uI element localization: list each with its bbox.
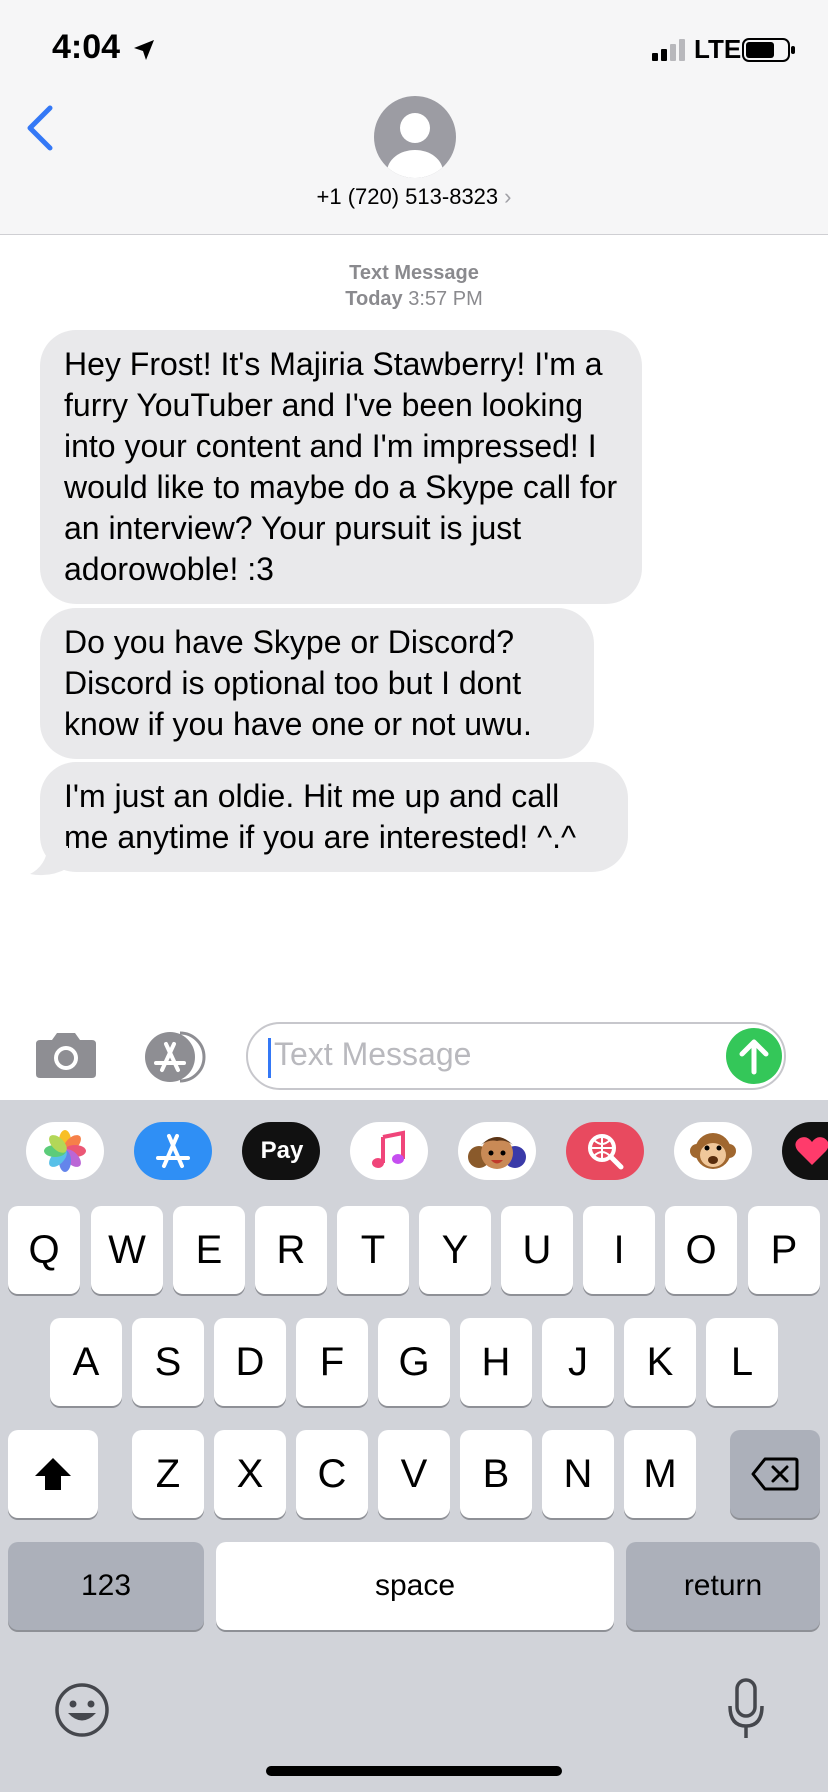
key-s[interactable]: S	[132, 1318, 204, 1406]
apple-pay-label: Pay	[260, 1137, 304, 1164]
bubble-tail	[30, 846, 68, 876]
shift-arrow-icon	[35, 1458, 71, 1490]
key-o[interactable]: O	[665, 1206, 737, 1294]
monkey-face-icon	[690, 1133, 736, 1169]
key-j[interactable]: J	[542, 1318, 614, 1406]
message-timestamp: Today 3:57 PM	[0, 288, 828, 311]
camera-icon[interactable]	[34, 1030, 98, 1080]
key-h[interactable]: H	[460, 1318, 532, 1406]
return-key[interactable]: return	[626, 1542, 820, 1630]
key-q[interactable]: Q	[8, 1206, 80, 1294]
image-search-app-icon[interactable]	[566, 1122, 644, 1180]
key-n[interactable]: N	[542, 1430, 614, 1518]
key-l[interactable]: L	[706, 1318, 778, 1406]
emoji-icon[interactable]	[54, 1682, 110, 1738]
globe-search-icon	[588, 1134, 624, 1170]
contact-avatar-icon[interactable]	[374, 96, 456, 178]
key-w[interactable]: W	[91, 1206, 163, 1294]
microphone-icon[interactable]	[726, 1678, 766, 1742]
backspace-key[interactable]	[730, 1430, 820, 1518]
key-x[interactable]: X	[214, 1430, 286, 1518]
music-app-icon[interactable]	[350, 1122, 428, 1180]
heart-icon	[795, 1137, 828, 1165]
back-chevron-icon[interactable]	[22, 104, 56, 152]
key-c[interactable]: C	[296, 1430, 368, 1518]
text-cursor	[268, 1038, 271, 1078]
timestamp-time: 3:57 PM	[408, 288, 483, 310]
incoming-message-bubble[interactable]: Do you have Skype or Discord? Discord is…	[40, 608, 594, 759]
key-i[interactable]: I	[583, 1206, 655, 1294]
key-y[interactable]: Y	[419, 1206, 491, 1294]
memoji-faces-icon	[468, 1137, 526, 1169]
animoji-monkey-icon[interactable]	[674, 1122, 752, 1180]
chevron-right-icon: ›	[504, 184, 512, 209]
apple-pay-app-icon[interactable]: Pay	[242, 1122, 320, 1180]
key-v[interactable]: V	[378, 1430, 450, 1518]
send-arrow-icon[interactable]	[724, 1026, 784, 1086]
music-note-icon	[372, 1130, 405, 1168]
memoji-app-icon[interactable]	[458, 1122, 536, 1180]
contact-name[interactable]: +1 (720) 513-8323 ›	[0, 184, 828, 210]
status-time: 4:04	[52, 28, 121, 66]
cellular-signal-icon	[652, 39, 685, 61]
message-input-placeholder: Text Message	[274, 1036, 472, 1072]
numbers-key[interactable]: 123	[8, 1542, 204, 1630]
incoming-message-bubble[interactable]: Hey Frost! It's Majiria Stawberry! I'm a…	[40, 330, 642, 604]
home-indicator[interactable]	[266, 1766, 562, 1776]
photos-app-icon[interactable]	[26, 1122, 104, 1180]
key-r[interactable]: R	[255, 1206, 327, 1294]
delete-backward-icon	[751, 1457, 799, 1491]
app-store-icon[interactable]	[140, 1030, 212, 1084]
key-p[interactable]: P	[748, 1206, 820, 1294]
incoming-message-bubble[interactable]: I'm just an oldie. Hit me up and call me…	[40, 762, 628, 872]
key-d[interactable]: D	[214, 1318, 286, 1406]
location-arrow-icon	[134, 40, 154, 60]
key-b[interactable]: B	[460, 1430, 532, 1518]
timestamp-day: Today	[345, 288, 403, 310]
photos-flower-icon	[44, 1130, 86, 1172]
battery-icon	[742, 38, 795, 62]
space-key[interactable]: space	[216, 1542, 614, 1630]
shift-key[interactable]	[8, 1430, 98, 1518]
app-store-glyph-icon	[156, 1134, 190, 1168]
key-m[interactable]: M	[624, 1430, 696, 1518]
app-store-drawer-icon[interactable]	[134, 1122, 212, 1180]
key-g[interactable]: G	[378, 1318, 450, 1406]
key-z[interactable]: Z	[132, 1430, 204, 1518]
message-service-label: Text Message	[349, 262, 479, 284]
contact-number: +1 (720) 513-8323	[316, 184, 499, 209]
key-k[interactable]: K	[624, 1318, 696, 1406]
key-t[interactable]: T	[337, 1206, 409, 1294]
key-a[interactable]: A	[50, 1318, 122, 1406]
network-type: LTE	[694, 34, 742, 64]
key-u[interactable]: U	[501, 1206, 573, 1294]
key-e[interactable]: E	[173, 1206, 245, 1294]
key-f[interactable]: F	[296, 1318, 368, 1406]
